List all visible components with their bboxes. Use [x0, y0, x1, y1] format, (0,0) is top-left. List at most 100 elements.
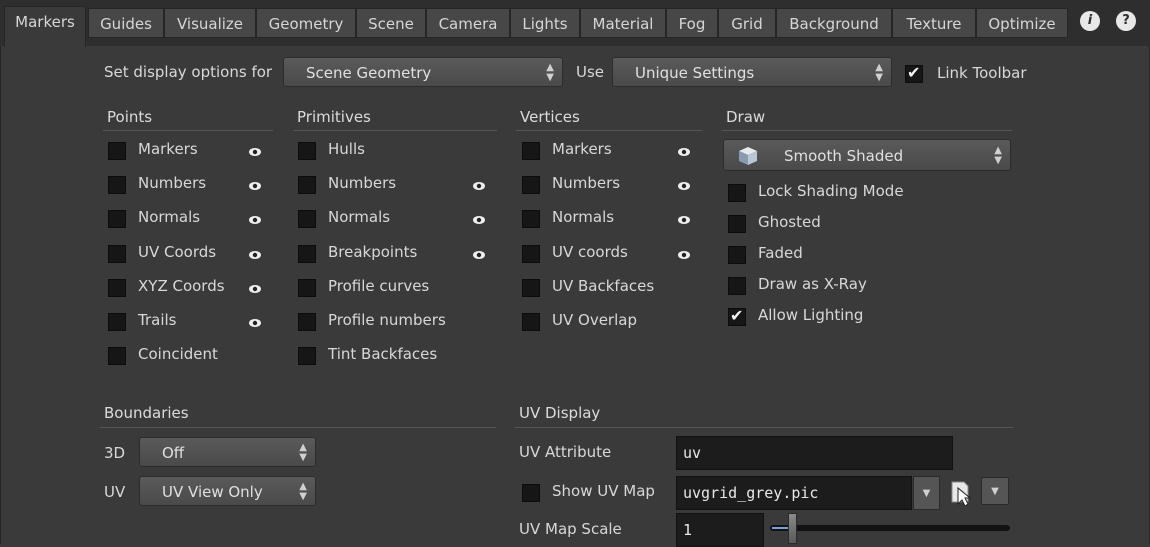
- vertices-uvcoords-checkbox[interactable]: [522, 245, 540, 263]
- primitives-hulls-label: Hulls: [328, 140, 365, 158]
- uv-map-scale-slider-track[interactable]: [770, 525, 1010, 531]
- tab-fog[interactable]: Fog: [666, 8, 718, 38]
- points-numbers-checkbox[interactable]: [108, 176, 126, 194]
- draw-title: Draw: [726, 108, 766, 126]
- link-toolbar-checkbox[interactable]: [905, 63, 923, 83]
- file-chooser-icon[interactable]: [950, 480, 972, 506]
- primitives-breakpoints-checkbox[interactable]: [298, 245, 316, 263]
- boundaries-uv-value: UV View Only: [162, 483, 263, 501]
- uv-map-scale-slider-handle[interactable]: [788, 513, 797, 544]
- updown-arrows-icon: ▲ ▼: [299, 442, 307, 463]
- eye-icon[interactable]: [248, 215, 262, 225]
- eye-icon[interactable]: [677, 215, 691, 225]
- tab-background[interactable]: Background: [776, 8, 892, 38]
- uv-attribute-field[interactable]: uv: [676, 436, 953, 470]
- vertices-numbers-label: Numbers: [552, 174, 621, 192]
- uv-map-options-button[interactable]: ▼: [981, 477, 1009, 505]
- tab-camera[interactable]: Camera: [426, 8, 510, 38]
- primitives-tintbackfaces-label: Tint Backfaces: [328, 345, 438, 363]
- eye-icon[interactable]: [677, 250, 691, 260]
- uv-map-file-field[interactable]: uvgrid_grey.pic: [676, 476, 912, 510]
- use-value: Unique Settings: [635, 64, 755, 82]
- eye-icon[interactable]: [248, 284, 262, 294]
- primitives-numbers-label: Numbers: [328, 174, 397, 192]
- primitives-numbers-checkbox[interactable]: [298, 176, 316, 194]
- points-normals-checkbox[interactable]: [108, 210, 126, 228]
- vertices-uvoverlap-checkbox[interactable]: [522, 313, 540, 331]
- xray-checkbox[interactable]: [728, 277, 746, 295]
- boundaries-title: Boundaries: [104, 404, 189, 422]
- boundaries-3d-dropdown[interactable]: Off ▲ ▼: [139, 437, 316, 467]
- cube-icon: [739, 147, 757, 165]
- draw-mode-value: Smooth Shaded: [784, 147, 904, 165]
- eye-icon[interactable]: [248, 147, 262, 157]
- primitives-profilenumbers-label: Profile numbers: [328, 311, 446, 329]
- vertices-numbers-checkbox[interactable]: [522, 176, 540, 194]
- vertices-normals-label: Normals: [552, 208, 615, 226]
- vertices-uvbackfaces-checkbox[interactable]: [522, 279, 540, 297]
- chevron-down-icon: ▼: [991, 486, 999, 497]
- show-uv-map-checkbox[interactable]: [522, 484, 540, 502]
- tab-markers[interactable]: Markers: [4, 6, 86, 47]
- vertices-title: Vertices: [520, 108, 580, 126]
- uv-map-scale-label: UV Map Scale: [519, 520, 622, 538]
- tab-visualize[interactable]: Visualize: [164, 8, 256, 38]
- primitives-profilecurves-checkbox[interactable]: [298, 279, 316, 297]
- primitives-divider: [293, 130, 497, 131]
- eye-icon[interactable]: [677, 181, 691, 191]
- primitives-normals-checkbox[interactable]: [298, 210, 316, 228]
- tab-material[interactable]: Material: [580, 8, 666, 38]
- vertices-normals-checkbox[interactable]: [522, 210, 540, 228]
- updown-arrows-icon: ▲ ▼: [875, 62, 883, 83]
- ghosted-checkbox[interactable]: [728, 215, 746, 233]
- vertices-markers-checkbox[interactable]: [522, 142, 540, 160]
- tab-guides[interactable]: Guides: [88, 8, 164, 38]
- tab-scene[interactable]: Scene: [356, 8, 426, 38]
- eye-icon[interactable]: [248, 318, 262, 328]
- eye-icon[interactable]: [472, 250, 486, 260]
- eye-icon[interactable]: [472, 181, 486, 191]
- primitives-tintbackfaces-checkbox[interactable]: [298, 347, 316, 365]
- primitives-breakpoints-label: Breakpoints: [328, 243, 418, 261]
- primitives-profilenumbers-checkbox[interactable]: [298, 313, 316, 331]
- draw-divider: [722, 130, 1012, 131]
- points-coincident-checkbox[interactable]: [108, 347, 126, 365]
- help-icon[interactable]: ?: [1116, 11, 1136, 31]
- boundaries-uv-label: UV: [104, 483, 126, 501]
- draw-mode-dropdown[interactable]: Smooth Shaded ▲ ▼: [723, 139, 1011, 171]
- lock-shading-label: Lock Shading Mode: [758, 182, 904, 200]
- eye-icon[interactable]: [248, 181, 262, 191]
- boundaries-3d-value: Off: [162, 444, 185, 462]
- link-toolbar-label: Link Toolbar: [937, 64, 1027, 82]
- vertices-uvoverlap-label: UV Overlap: [552, 311, 637, 329]
- allow-lighting-checkbox[interactable]: [728, 306, 746, 326]
- lock-shading-checkbox[interactable]: [728, 184, 746, 202]
- points-numbers-label: Numbers: [138, 174, 207, 192]
- boundaries-uv-dropdown[interactable]: UV View Only ▲ ▼: [139, 476, 316, 506]
- set-display-dropdown[interactable]: Scene Geometry ▲ ▼: [283, 57, 563, 87]
- tab-lights[interactable]: Lights: [510, 8, 580, 38]
- tab-grid[interactable]: Grid: [718, 8, 776, 38]
- points-uvcoords-checkbox[interactable]: [108, 245, 126, 263]
- primitives-hulls-checkbox[interactable]: [298, 142, 316, 160]
- eye-icon[interactable]: [472, 215, 486, 225]
- uv-map-file-dropdown[interactable]: ▼: [913, 476, 940, 510]
- info-icon[interactable]: i: [1080, 11, 1100, 31]
- allow-lighting-label: Allow Lighting: [758, 306, 864, 324]
- primitives-normals-label: Normals: [328, 208, 391, 226]
- tab-geometry[interactable]: Geometry: [256, 8, 356, 38]
- eye-icon[interactable]: [677, 147, 691, 157]
- tab-texture[interactable]: Texture: [892, 8, 976, 38]
- faded-checkbox[interactable]: [728, 246, 746, 264]
- uv-attribute-label: UV Attribute: [519, 443, 612, 461]
- points-markers-checkbox[interactable]: [108, 142, 126, 160]
- points-trails-checkbox[interactable]: [108, 313, 126, 331]
- use-dropdown[interactable]: Unique Settings ▲ ▼: [612, 57, 892, 87]
- points-xyzcoords-checkbox[interactable]: [108, 279, 126, 297]
- points-markers-label: Markers: [138, 140, 198, 158]
- uv-map-scale-field[interactable]: 1: [676, 513, 764, 547]
- eye-icon[interactable]: [248, 250, 262, 260]
- vertices-markers-label: Markers: [552, 140, 612, 158]
- points-trails-label: Trails: [138, 311, 177, 329]
- tab-optimize[interactable]: Optimize: [976, 8, 1068, 38]
